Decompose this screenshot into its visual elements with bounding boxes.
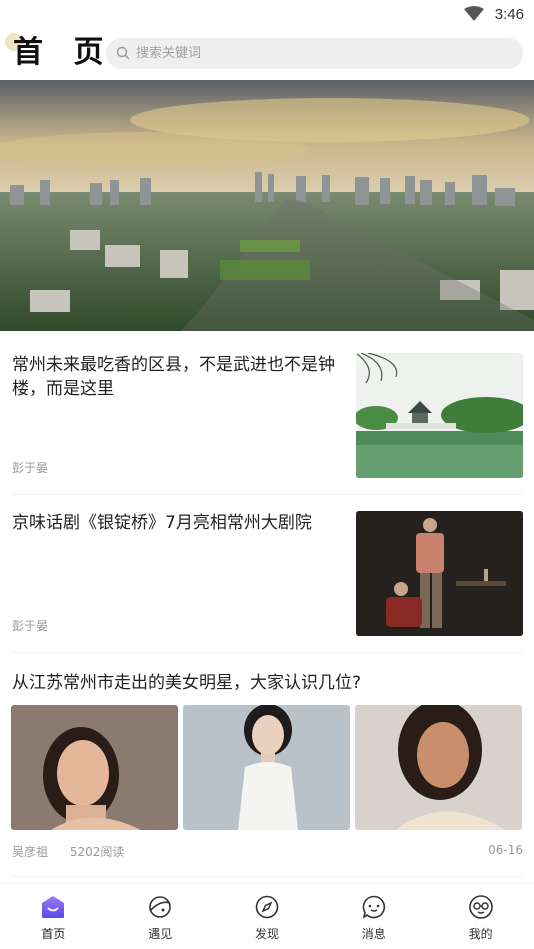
status-bar: 3:46 (0, 0, 534, 30)
read-count: 5202阅读 (69, 845, 125, 859)
bottom-navigation: 首页 遇见 发现 消息 我的 (0, 883, 534, 949)
search-bar[interactable] (106, 38, 523, 69)
nav-discover[interactable]: 发现 (214, 884, 321, 949)
news-author: 彭于晏 (12, 619, 49, 633)
actress-photo-1 (11, 705, 178, 830)
banner-image[interactable] (0, 80, 534, 331)
compass-icon (255, 895, 279, 919)
nav-home[interactable]: 首页 (0, 884, 107, 949)
gallery-news-item[interactable]: 从江苏常州市走出的美女明星，大家认识几位? 吴彦祖 5202阅读 06-16 (11, 653, 523, 877)
planet-icon (149, 896, 171, 918)
news-feed: 常州未来最吃香的区县，不是武进也不是钟楼，而是这里 彭于晏 京味话剧《银锭桥》7… (0, 337, 534, 877)
page-title: 首 页 (13, 35, 114, 70)
news-item[interactable]: 常州未来最吃香的区县，不是武进也不是钟楼，而是这里 彭于晏 (11, 337, 523, 495)
news-author: 彭于晏 (12, 461, 49, 475)
wifi-icon (464, 6, 484, 21)
city-aerial-photo (0, 80, 534, 331)
news-title[interactable]: 从江苏常州市走出的美女明星，大家认识几位? (12, 671, 361, 695)
news-item[interactable]: 京味话剧《银锭桥》7月亮相常州大剧院 彭于晏 (11, 495, 523, 653)
nav-label: 首页 (41, 927, 66, 941)
search-icon (116, 46, 130, 60)
news-author: 吴彦祖 (12, 845, 49, 859)
news-thumbnail[interactable] (356, 353, 523, 478)
nav-label: 我的 (468, 927, 493, 941)
lake-pavilion-photo (356, 353, 523, 478)
gallery-image-3[interactable] (355, 705, 522, 830)
nav-label: 消息 (361, 927, 386, 941)
home-icon (42, 896, 65, 918)
gallery-image-1[interactable] (11, 705, 178, 830)
news-meta: 吴彦祖 5202阅读 (12, 843, 142, 860)
nav-meet[interactable]: 遇见 (107, 884, 214, 949)
stage-drama-photo (356, 511, 523, 636)
news-thumbnail[interactable] (356, 511, 523, 636)
news-date: 06-16 (488, 843, 523, 857)
news-title[interactable]: 常州未来最吃香的区县，不是武进也不是钟楼，而是这里 (12, 353, 342, 401)
gallery-image-2[interactable] (183, 705, 350, 830)
message-icon (362, 895, 385, 919)
actress-photo-3 (355, 705, 522, 830)
news-title[interactable]: 京味话剧《银锭桥》7月亮相常州大剧院 (12, 511, 342, 535)
glasses-face-icon (468, 895, 493, 919)
header: 首 页 (0, 30, 534, 78)
actress-photo-2 (183, 705, 350, 830)
nav-profile[interactable]: 我的 (427, 884, 534, 949)
nav-label: 发现 (254, 927, 279, 941)
nav-messages[interactable]: 消息 (320, 884, 427, 949)
search-input[interactable] (136, 38, 506, 69)
nav-label: 遇见 (148, 927, 173, 941)
status-time: 3:46 (494, 6, 524, 23)
gallery-images (11, 705, 523, 830)
